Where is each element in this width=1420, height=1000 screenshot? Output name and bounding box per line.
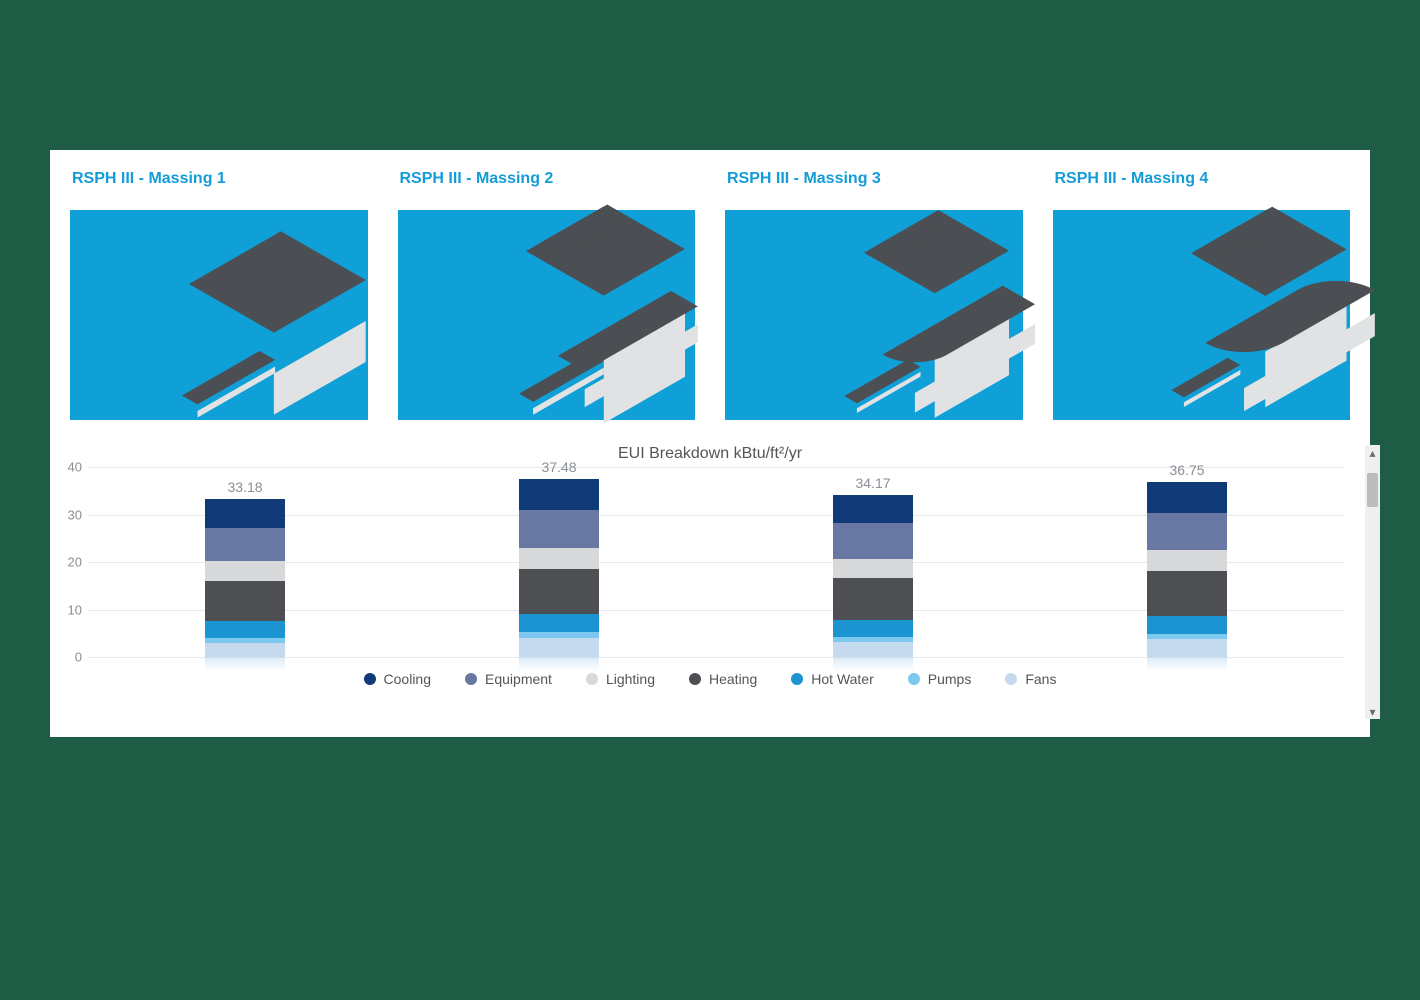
- bar-segment-hotwater: [1147, 616, 1227, 634]
- bar-total-label: 36.75: [1169, 462, 1204, 478]
- y-tick-label: 30: [60, 507, 82, 522]
- legend-label: Lighting: [606, 671, 655, 687]
- bar-segment-fans: [1147, 639, 1227, 657]
- bar-column[interactable]: 34.17: [716, 467, 1030, 657]
- legend-item[interactable]: Equipment: [465, 671, 552, 687]
- massing-option-2[interactable]: RSPH III - Massing 2: [398, 170, 696, 420]
- bar-segment-lighting: [205, 561, 285, 581]
- scroll-thumb[interactable]: [1367, 473, 1378, 507]
- bar-segment-cooling: [1147, 482, 1227, 513]
- bar-segment-fans: [833, 642, 913, 657]
- bar-segment-equipment: [519, 510, 599, 548]
- chart-legend: Cooling Equipment Lighting Heating Hot Water…: [60, 671, 1360, 687]
- legend-label: Cooling: [384, 671, 431, 687]
- legend-item[interactable]: Pumps: [908, 671, 972, 687]
- bar-segment-cooling: [519, 479, 599, 510]
- legend-label: Pumps: [928, 671, 972, 687]
- massing-thumbnails: RSPH III - Massing 1: [60, 170, 1360, 420]
- bar-segment-lighting: [833, 559, 913, 578]
- eui-chart: EUI Breakdown kBtu/ft²/yr 0 10 20 30 40 33.1…: [60, 445, 1360, 719]
- bar-segment-equipment: [205, 528, 285, 561]
- legend-item[interactable]: Fans: [1005, 671, 1056, 687]
- massing-title: RSPH III - Massing 2: [400, 170, 696, 188]
- scroll-up-arrow[interactable]: ▴: [1365, 445, 1380, 460]
- legend-swatch: [465, 673, 477, 685]
- bar-total-label: 33.18: [227, 479, 262, 495]
- bar-segment-heating: [1147, 571, 1227, 616]
- y-tick-label: 10: [60, 602, 82, 617]
- bar-column[interactable]: 37.48: [402, 467, 716, 657]
- legend-swatch: [908, 673, 920, 685]
- legend-label: Heating: [709, 671, 757, 687]
- bar-segment-lighting: [519, 548, 599, 569]
- bar-segment-heating: [833, 578, 913, 621]
- legend-swatch: [791, 673, 803, 685]
- bar-segment-equipment: [833, 523, 913, 559]
- legend-item[interactable]: Cooling: [364, 671, 431, 687]
- massing-render: [725, 210, 1023, 420]
- bar-segment-fans: [519, 638, 599, 657]
- massing-title: RSPH III - Massing 3: [727, 170, 1023, 188]
- massing-option-1[interactable]: RSPH III - Massing 1: [70, 170, 368, 420]
- bar-segment-heating: [205, 581, 285, 621]
- y-tick-label: 0: [60, 650, 82, 665]
- legend-label: Fans: [1025, 671, 1056, 687]
- analysis-panel: RSPH III - Massing 1: [50, 150, 1370, 737]
- bar-segment-heating: [519, 569, 599, 614]
- bar-segment-hotwater: [833, 620, 913, 637]
- y-tick-label: 20: [60, 555, 82, 570]
- legend-swatch: [364, 673, 376, 685]
- bar-segment-lighting: [1147, 550, 1227, 571]
- legend-item[interactable]: Lighting: [586, 671, 655, 687]
- legend-item[interactable]: Heating: [689, 671, 757, 687]
- massing-option-3[interactable]: RSPH III - Massing 3: [725, 170, 1023, 420]
- legend-label: Hot Water: [811, 671, 874, 687]
- bar-segment-equipment: [1147, 513, 1227, 550]
- massing-option-4[interactable]: RSPH III - Massing 4: [1053, 170, 1351, 420]
- legend-label: Equipment: [485, 671, 552, 687]
- legend-item[interactable]: Hot Water: [791, 671, 874, 687]
- vertical-scrollbar[interactable]: ▴ ▾: [1365, 445, 1380, 719]
- legend-swatch: [1005, 673, 1017, 685]
- massing-render: [70, 210, 368, 420]
- bar-column[interactable]: 36.75: [1030, 467, 1344, 657]
- legend-swatch: [586, 673, 598, 685]
- bar-segment-cooling: [205, 499, 285, 527]
- scroll-down-arrow[interactable]: ▾: [1365, 704, 1380, 719]
- massing-render: [1053, 210, 1351, 420]
- y-tick-label: 40: [60, 460, 82, 475]
- chart-title: EUI Breakdown kBtu/ft²/yr: [60, 445, 1360, 463]
- bar-segment-fans: [205, 643, 285, 657]
- bar-total-label: 37.48: [541, 459, 576, 475]
- massing-title: RSPH III - Massing 1: [72, 170, 368, 188]
- bar-total-label: 34.17: [855, 475, 890, 491]
- bar-segment-cooling: [833, 495, 913, 523]
- bar-segment-hotwater: [205, 621, 285, 638]
- massing-title: RSPH III - Massing 4: [1055, 170, 1351, 188]
- massing-render: [398, 210, 696, 420]
- bar-segment-hotwater: [519, 614, 599, 632]
- legend-swatch: [689, 673, 701, 685]
- bar-column[interactable]: 33.18: [88, 467, 402, 657]
